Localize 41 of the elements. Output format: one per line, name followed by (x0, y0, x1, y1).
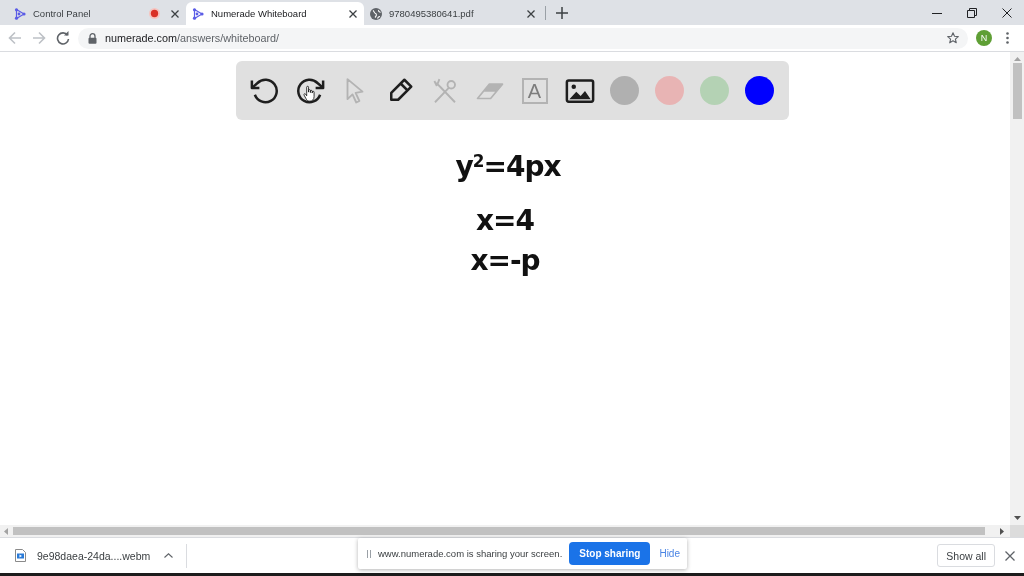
globe-icon (370, 7, 382, 20)
drag-handle-icon[interactable] (367, 549, 371, 558)
address-bar[interactable]: numerade.com/answers/whiteboard/ (78, 27, 968, 49)
color-swatch-icon[interactable] (655, 76, 684, 105)
bookmark-star-icon[interactable] (947, 32, 959, 44)
stop-sharing-button[interactable]: Stop sharing (569, 542, 651, 565)
download-file-name[interactable]: 9e98daea-24da....webm (37, 549, 151, 562)
scrollbar-thumb[interactable] (13, 527, 985, 535)
triangle-logo-icon (14, 7, 26, 20)
handwritten-equation: x=4 (476, 203, 534, 239)
vertical-scrollbar[interactable] (1010, 52, 1024, 525)
close-icon[interactable] (1002, 7, 1012, 18)
browser-tab[interactable]: Numerade Whiteboard (186, 2, 364, 25)
color-swatch-icon[interactable] (745, 76, 774, 105)
reload-icon[interactable] (56, 31, 70, 45)
color-swatch-icon[interactable] (700, 76, 729, 105)
lock-icon (88, 32, 97, 44)
color-swatch-icon[interactable] (610, 76, 639, 105)
video-file-icon (15, 549, 26, 562)
scroll-right-arrow-icon[interactable] (1000, 527, 1004, 535)
browser-tab[interactable]: 9780495380641.pdf (364, 2, 542, 25)
hide-link[interactable]: Hide (659, 548, 680, 559)
horizontal-scrollbar[interactable] (0, 525, 1024, 537)
scrollbar-thumb[interactable] (1012, 63, 1022, 119)
caret-up-icon[interactable] (164, 553, 174, 558)
sharing-message: www.numerade.com is sharing your screen. (378, 548, 563, 559)
undo-icon[interactable] (249, 75, 280, 106)
close-icon[interactable] (1005, 550, 1015, 561)
close-icon[interactable] (527, 9, 535, 18)
redo-icon[interactable] (294, 75, 325, 106)
close-icon[interactable] (171, 9, 179, 18)
handwritten-equation: y$^{2}$=4px (455, 149, 561, 185)
restore-icon[interactable] (967, 7, 977, 18)
scroll-down-arrow-icon[interactable] (1013, 516, 1021, 520)
new-tab-plus-icon[interactable] (556, 7, 568, 19)
handwritten-equation: x=-p (470, 243, 540, 279)
menu-dots-icon[interactable] (1006, 32, 1009, 44)
show-all-button[interactable]: Show all (937, 544, 995, 567)
triangle-logo-icon (192, 7, 204, 20)
close-icon[interactable] (349, 9, 357, 18)
browser-tab[interactable]: Control Panel (8, 2, 186, 25)
